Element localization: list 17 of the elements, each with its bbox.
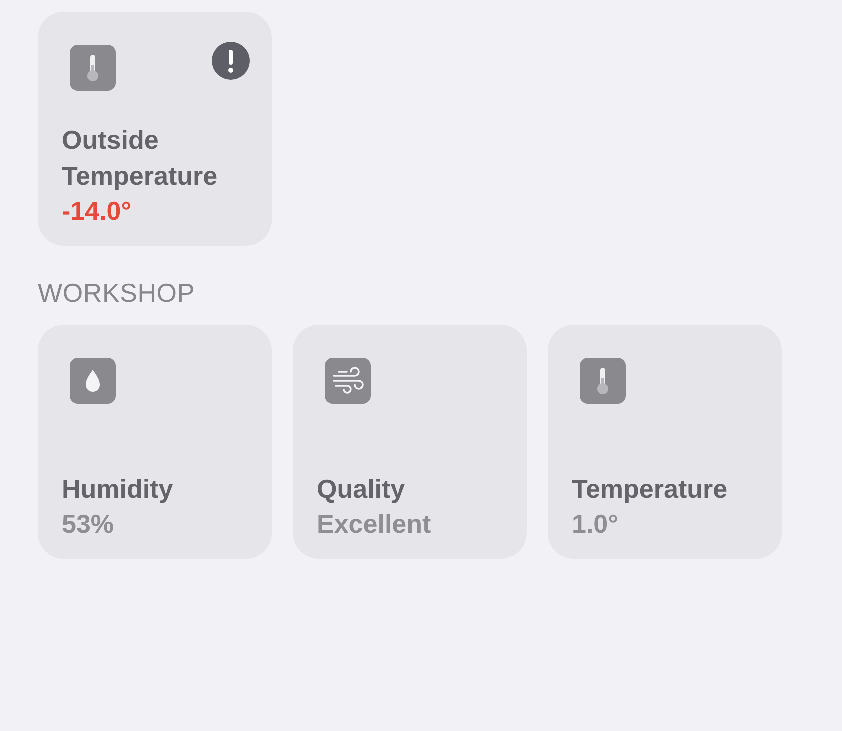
- section-title: WORKSHOP: [38, 278, 196, 309]
- thermometer-icon: [580, 358, 626, 404]
- sensor-value: 1.0°: [572, 508, 620, 541]
- sensor-name: Quality: [317, 473, 406, 506]
- sensor-value: -14.0°: [62, 195, 133, 228]
- sensor-tile[interactable]: Temperature 1.0°: [548, 325, 782, 559]
- sensor-tile[interactable]: Quality Excellent: [293, 325, 527, 559]
- wind-icon: [325, 358, 371, 404]
- sensor-name: Outside Temperature: [62, 124, 219, 193]
- droplet-icon: [70, 358, 116, 404]
- sensor-value: Excellent: [317, 508, 432, 541]
- sensor-tile[interactable]: Humidity 53%: [38, 325, 272, 559]
- sensor-tile[interactable]: Outside Temperature -14.0°: [38, 12, 272, 246]
- sensor-value: 53%: [62, 508, 116, 541]
- thermometer-icon: [70, 45, 116, 91]
- sensor-name: Temperature: [572, 473, 729, 506]
- sensor-name: Humidity: [62, 473, 174, 506]
